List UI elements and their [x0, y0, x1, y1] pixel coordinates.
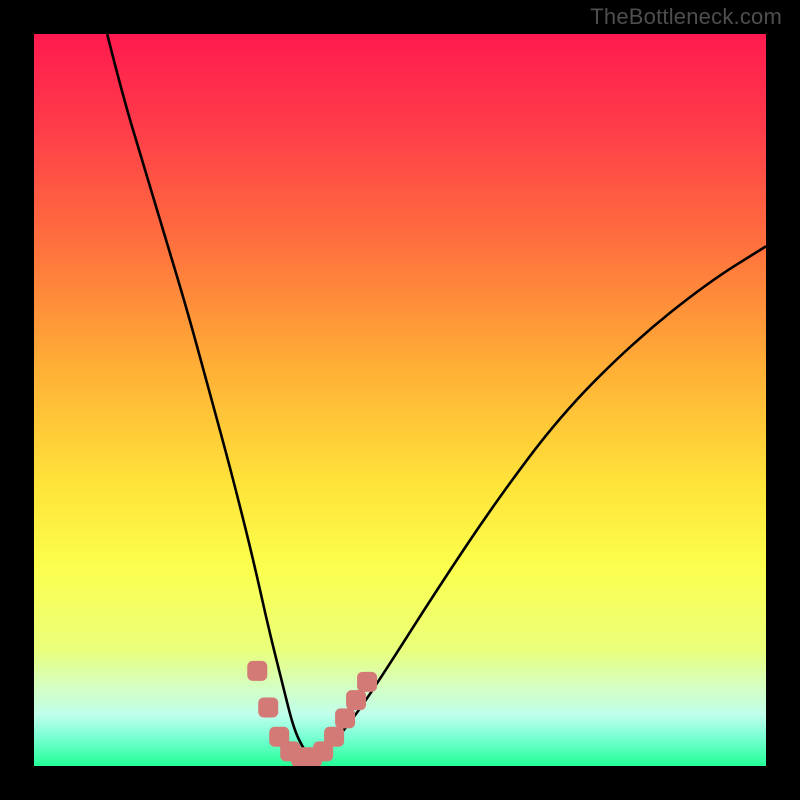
highlighted-point	[346, 690, 366, 710]
watermark-text: TheBottleneck.com	[590, 4, 782, 30]
highlighted-point	[247, 661, 267, 681]
highlighted-point	[324, 727, 344, 747]
plot-svg	[34, 34, 766, 766]
highlighted-point	[335, 708, 355, 728]
highlighted-point	[357, 672, 377, 692]
highlighted-point	[258, 697, 278, 717]
chart-container: TheBottleneck.com	[0, 0, 800, 800]
gradient-background	[34, 34, 766, 766]
plot-area	[34, 34, 766, 766]
